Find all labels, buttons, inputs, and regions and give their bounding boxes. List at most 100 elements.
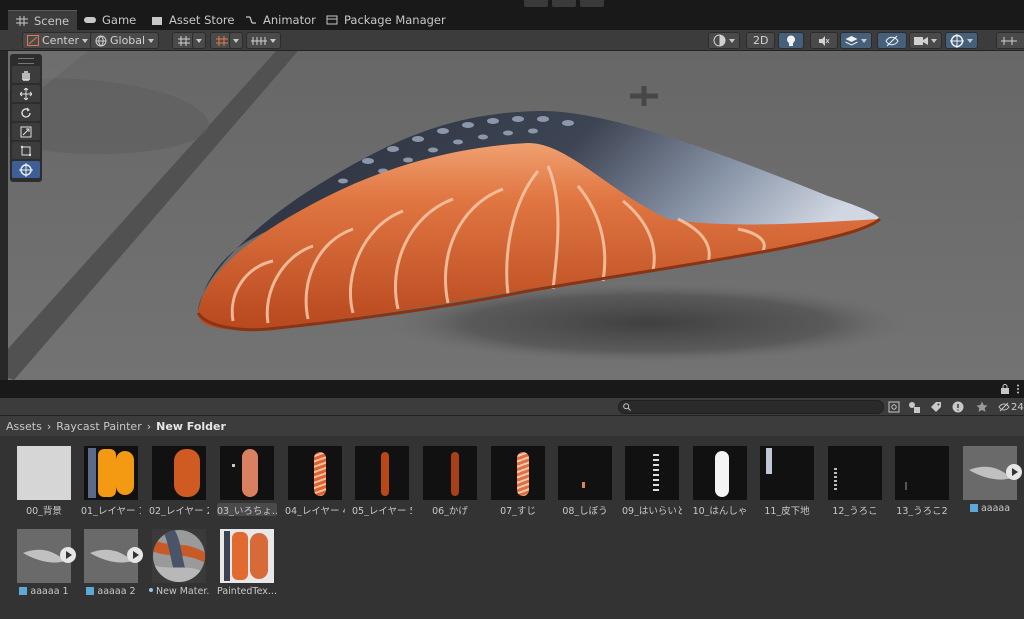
speaker-muted-icon bbox=[819, 35, 830, 46]
tab-scene[interactable]: Scene bbox=[8, 10, 78, 30]
overlay-grip[interactable] bbox=[18, 58, 34, 64]
asset-item[interactable]: 03_いろちょ... bbox=[217, 446, 277, 516]
hidden-packages-toggle[interactable]: 24 bbox=[998, 400, 1024, 414]
scene-visibility-toggle[interactable] bbox=[877, 32, 907, 49]
grid-snap-dropdown[interactable] bbox=[192, 32, 206, 49]
lighting-toggle[interactable] bbox=[778, 32, 804, 49]
texture-thumbnail bbox=[895, 446, 949, 500]
search-by-type-button[interactable] bbox=[886, 400, 902, 414]
audio-toggle[interactable] bbox=[810, 32, 838, 49]
lock-icon[interactable] bbox=[1000, 384, 1010, 394]
asset-label: aaaaa 2 bbox=[81, 586, 141, 599]
mode-2d-button[interactable]: 2D bbox=[746, 32, 776, 49]
asset-label: 07_すじ bbox=[500, 506, 536, 516]
asset-item[interactable]: 09_はいらいと bbox=[622, 446, 682, 516]
kebab-menu-icon[interactable] bbox=[1016, 384, 1020, 394]
hand-tool-button[interactable] bbox=[12, 66, 40, 83]
texture-thumbnail bbox=[84, 446, 138, 500]
mode-2d-label: 2D bbox=[753, 34, 769, 47]
asset-label-text: New Mater... bbox=[156, 586, 209, 597]
warning-circle-icon bbox=[952, 401, 964, 413]
filter-by-type-button[interactable] bbox=[906, 400, 922, 414]
eye-hidden-icon bbox=[998, 402, 1010, 412]
rotate-tool-button[interactable] bbox=[12, 104, 40, 121]
asset-label: 08_しぼう bbox=[562, 506, 608, 516]
favorites-button[interactable] bbox=[974, 400, 990, 414]
asset-item[interactable]: 10_はんしゃ bbox=[690, 446, 750, 516]
play-button[interactable] bbox=[524, 0, 548, 7]
chevron-down-icon bbox=[148, 38, 155, 43]
scene-left-edge bbox=[0, 51, 8, 380]
tab-package-manager[interactable]: Package Manager bbox=[318, 10, 454, 30]
asset-item[interactable]: New Mater... bbox=[149, 529, 209, 599]
pivot-center-icon bbox=[27, 35, 39, 46]
camera-dropdown[interactable] bbox=[909, 32, 942, 49]
scene-render bbox=[8, 51, 908, 380]
asset-label: PaintedTex... bbox=[217, 586, 277, 597]
overlay-menu-button[interactable] bbox=[996, 32, 1024, 49]
scale-tool-button[interactable] bbox=[12, 123, 40, 140]
asset-item[interactable]: 05_レイヤー 5 bbox=[352, 446, 412, 516]
draw-mode-dropdown[interactable] bbox=[708, 32, 740, 49]
texture-thumbnail bbox=[288, 446, 342, 500]
asset-item[interactable]: 11_皮下地 bbox=[757, 446, 817, 516]
asset-label: 01_レイヤー 1 bbox=[81, 506, 141, 516]
expand-prefab-button[interactable] bbox=[1006, 464, 1022, 480]
filter-by-label-button[interactable] bbox=[928, 400, 944, 414]
shading-mode-icon bbox=[713, 34, 726, 47]
effects-dropdown[interactable] bbox=[840, 32, 872, 49]
breadcrumb-item-raycast-painter[interactable]: Raycast Painter bbox=[56, 420, 142, 433]
asset-item[interactable]: 00_背景 bbox=[14, 446, 74, 516]
rect-tool-button[interactable] bbox=[12, 142, 40, 159]
camera-icon bbox=[914, 36, 928, 45]
step-button[interactable] bbox=[580, 0, 604, 7]
asset-item[interactable]: 06_かげ bbox=[420, 446, 480, 516]
tab-game[interactable]: Game bbox=[76, 10, 144, 30]
space-dropdown[interactable]: Global bbox=[90, 32, 160, 49]
material-sphere-icon bbox=[153, 530, 205, 582]
tab-label: Game bbox=[102, 13, 137, 27]
tab-animator[interactable]: Animator bbox=[237, 10, 324, 30]
asset-item[interactable]: 04_レイヤー 4 bbox=[285, 446, 345, 516]
package-icon bbox=[326, 15, 338, 25]
asset-item[interactable]: 13_うろこ2 bbox=[892, 446, 952, 516]
asset-label: New Mater... bbox=[149, 586, 209, 599]
asset-item[interactable]: aaaaa 2 bbox=[81, 529, 143, 599]
scene-viewport[interactable] bbox=[8, 51, 1024, 380]
increment-snap-button[interactable] bbox=[246, 32, 281, 49]
log-types-button[interactable] bbox=[950, 400, 966, 414]
tab-asset-store[interactable]: Asset Store bbox=[143, 10, 243, 30]
breadcrumb-item-current[interactable]: New Folder bbox=[156, 420, 226, 433]
tab-label: Package Manager bbox=[344, 13, 446, 27]
asset-label: 04_レイヤー 4 bbox=[285, 506, 345, 516]
gizmos-dropdown[interactable] bbox=[945, 32, 978, 49]
asset-item[interactable]: 12_うろこ bbox=[825, 446, 885, 516]
asset-item[interactable]: PaintedTex... bbox=[217, 529, 277, 599]
asset-item[interactable]: 08_しぼう bbox=[555, 446, 615, 516]
breadcrumb-item-assets[interactable]: Assets bbox=[6, 420, 42, 433]
asset-item[interactable]: 07_すじ bbox=[488, 446, 548, 516]
texture-thumbnail bbox=[152, 446, 206, 500]
transform-tool-button[interactable] bbox=[12, 161, 40, 178]
texture-thumbnail bbox=[17, 446, 71, 500]
texture-thumbnail bbox=[625, 446, 679, 500]
material-thumbnail bbox=[152, 529, 206, 583]
search-input[interactable] bbox=[618, 400, 884, 414]
asset-label-text: aaaaa 2 bbox=[97, 586, 136, 597]
expand-prefab-button[interactable] bbox=[127, 547, 143, 563]
expand-prefab-button[interactable] bbox=[60, 547, 76, 563]
texture-thumbnail bbox=[491, 446, 545, 500]
rotate-icon bbox=[21, 107, 31, 118]
pivot-dropdown[interactable]: Center bbox=[22, 32, 94, 49]
asset-label: aaaaa bbox=[960, 503, 1020, 516]
grid-icon bbox=[16, 15, 28, 26]
pause-button[interactable] bbox=[552, 0, 576, 7]
asset-item[interactable]: aaaaa bbox=[960, 446, 1022, 516]
grid-visibility-dropdown[interactable] bbox=[229, 32, 243, 49]
move-tool-button[interactable] bbox=[12, 85, 40, 102]
chevron-down-icon bbox=[729, 38, 735, 43]
grid-snap-icon bbox=[178, 35, 190, 46]
asset-item[interactable]: aaaaa 1 bbox=[14, 529, 76, 599]
asset-item[interactable]: 02_レイヤー 2 bbox=[149, 446, 209, 516]
asset-item[interactable]: 01_レイヤー 1 bbox=[81, 446, 141, 516]
